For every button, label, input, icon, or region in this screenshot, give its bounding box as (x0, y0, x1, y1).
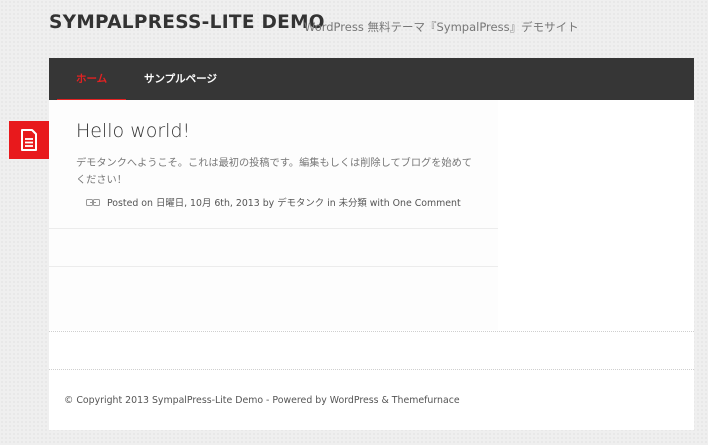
post-category-link[interactable]: 未分類 (339, 198, 367, 209)
footer-copyright: © Copyright 2013 SympalPress-Lite Demo -… (64, 395, 460, 406)
by-label: by (262, 198, 275, 209)
site-header: SYMPALPRESS-LITE DEMO WordPress 無料テーマ『Sy… (49, 12, 708, 42)
link-icon (86, 198, 100, 209)
main-navigation: ホーム サンプルページ (49, 58, 694, 101)
post-divider (49, 228, 498, 229)
post-article: Hello world! デモタンクへようこそ。これは最初の投稿です。編集もしく… (49, 100, 498, 330)
post-comments-link[interactable]: One Comment (393, 198, 461, 209)
post-title[interactable]: Hello world! (76, 120, 190, 142)
footer-divider (49, 369, 694, 370)
post-excerpt: デモタンクへようこそ。これは最初の投稿です。編集もしくは削除してブログを始めてく… (76, 158, 472, 186)
post-author-link[interactable]: デモタンク (277, 198, 324, 209)
post-meta: Posted on 日曜日, 10月 6th, 2013 by デモタンク in… (86, 195, 461, 209)
site-title[interactable]: SYMPALPRESS-LITE DEMO (49, 12, 325, 33)
post-divider (49, 266, 498, 267)
footer-divider (49, 331, 694, 332)
content-container: Hello world! デモタンクへようこそ。これは最初の投稿です。編集もしく… (49, 100, 694, 430)
nav-item-home[interactable]: ホーム (56, 58, 127, 101)
site-description: WordPress 無料テーマ『SympalPress』デモサイト (304, 20, 579, 34)
nav-item-sample-page[interactable]: サンプルページ (144, 58, 217, 100)
post-date-link[interactable]: 日曜日, 10月 6th, 2013 (156, 198, 260, 209)
with-label: with (369, 198, 390, 209)
in-label: in (327, 198, 336, 209)
document-icon (9, 121, 49, 159)
posted-on-label: Posted on (106, 198, 153, 209)
